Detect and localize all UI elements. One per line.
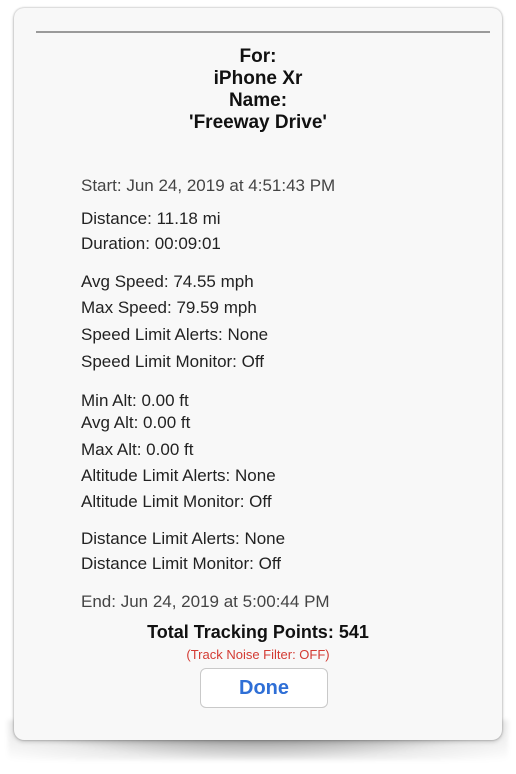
distance: Distance: 11.18 mi — [81, 209, 221, 228]
distance-limit-alerts: Distance Limit Alerts: None — [81, 529, 286, 548]
avg-speed: Avg Speed: 74.55 mph — [81, 272, 254, 291]
avg-altitude: Avg Alt: 0.00 ft — [81, 413, 191, 432]
start-time: Start: Jun 24, 2019 at 4:51:43 PM — [81, 176, 336, 195]
track-summary-card: For: iPhone Xr Name: 'Freeway Drive' Sta… — [14, 8, 502, 740]
device-name: iPhone Xr — [213, 68, 303, 89]
duration: Duration: 00:09:01 — [81, 234, 221, 253]
max-altitude: Max Alt: 0.00 ft — [81, 440, 194, 459]
altitude-limit-alerts: Altitude Limit Alerts: None — [81, 466, 276, 485]
noise-filter-status: (Track Noise Filter: OFF) — [186, 647, 330, 662]
max-speed: Max Speed: 79.59 mph — [81, 298, 257, 317]
divider — [36, 31, 490, 33]
name-label: Name: — [228, 90, 288, 111]
speed-limit-monitor: Speed Limit Monitor: Off — [81, 352, 264, 371]
screen: For: iPhone Xr Name: 'Freeway Drive' Sta… — [0, 0, 516, 774]
distance-limit-monitor: Distance Limit Monitor: Off — [81, 554, 281, 573]
summary-header: For: iPhone Xr Name: 'Freeway Drive' — [14, 46, 502, 134]
end-time: End: Jun 24, 2019 at 5:00:44 PM — [81, 592, 330, 611]
speed-limit-alerts: Speed Limit Alerts: None — [81, 325, 269, 344]
for-label: For: — [239, 46, 277, 67]
done-button[interactable]: Done — [200, 668, 328, 708]
altitude-limit-monitor: Altitude Limit Monitor: Off — [81, 492, 272, 511]
total-tracking-points: Total Tracking Points: 541 — [147, 622, 369, 642]
track-name: 'Freeway Drive' — [189, 112, 327, 133]
min-altitude: Min Alt: 0.00 ft — [81, 391, 189, 410]
